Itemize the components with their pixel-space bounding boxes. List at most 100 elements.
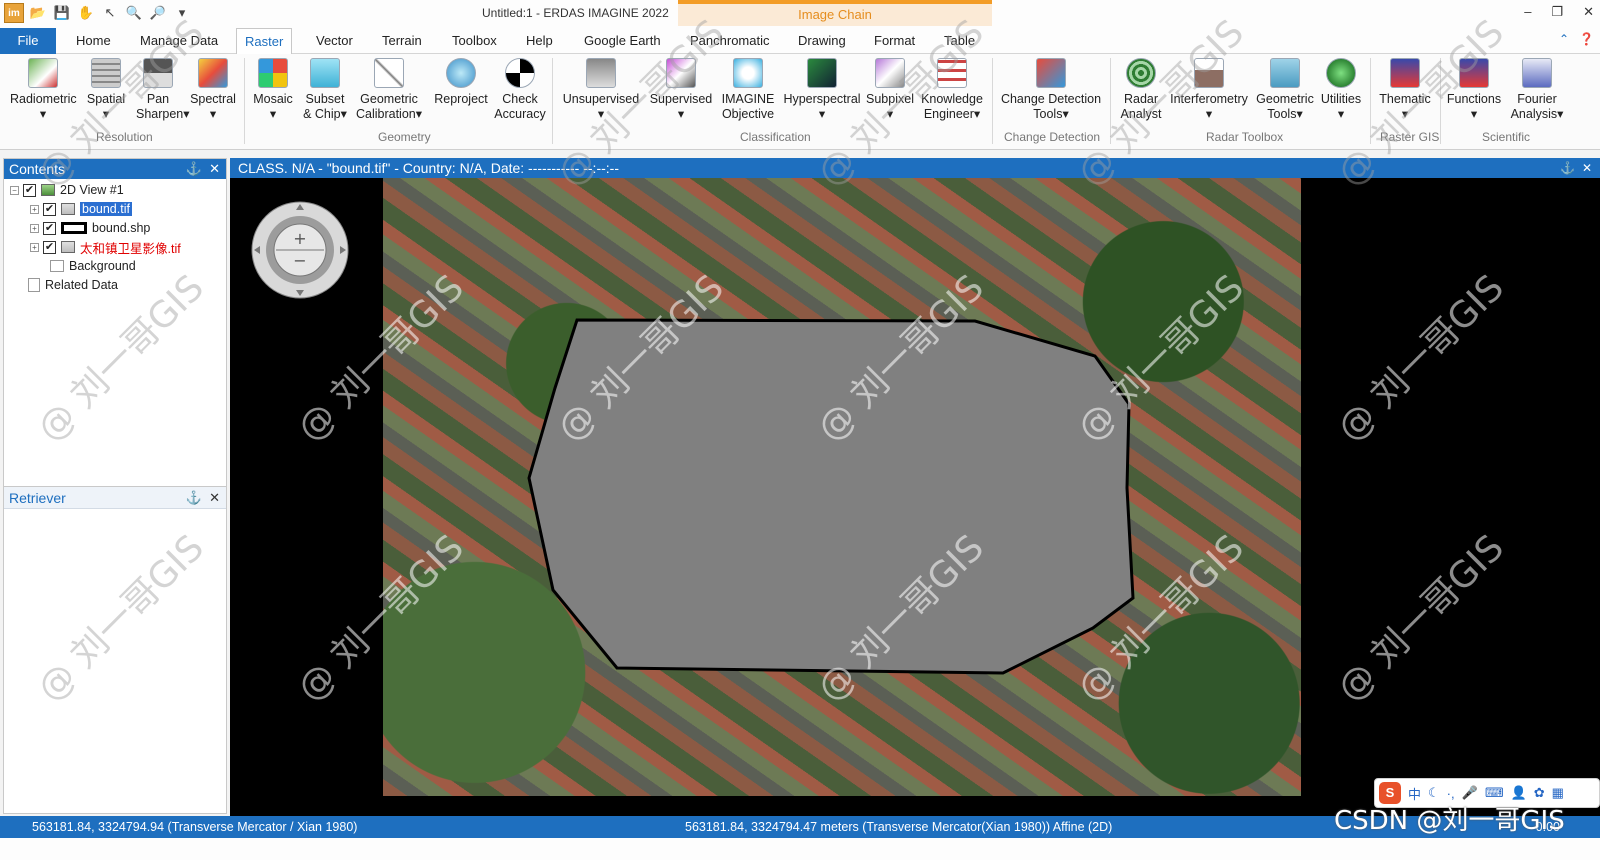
radiometric-button[interactable]: Radiometric ▾ xyxy=(10,58,77,122)
layer-checkbox[interactable]: ✔ xyxy=(43,221,56,235)
pan-icon[interactable]: ✋ xyxy=(76,3,96,23)
related-data-label: Related Data xyxy=(45,278,118,292)
save-icon[interactable]: 💾 xyxy=(52,3,72,23)
retriever-panel: Retriever ⚓ ✕ xyxy=(3,486,227,814)
tab-file[interactable]: File xyxy=(0,28,56,54)
geometric-tools-label: Geometric xyxy=(1256,92,1314,106)
pan-sharpen-icon xyxy=(143,58,173,88)
imagine-objective-button[interactable]: IMAGINE Objective xyxy=(718,58,778,122)
calibration-icon xyxy=(374,58,404,88)
navigation-wheel[interactable]: + − xyxy=(250,200,350,300)
pan-sharpen-button[interactable]: Pan Sharpen▾ xyxy=(136,58,190,122)
supervised-button[interactable]: Supervised ▾ xyxy=(648,58,714,122)
boundary-polygon[interactable] xyxy=(383,178,1301,796)
keyboard-icon[interactable]: ⌨ xyxy=(1485,785,1504,801)
window-title: Untitled:1 - ERDAS IMAGINE 2022 xyxy=(482,6,669,20)
help-icon[interactable]: ❓ xyxy=(1579,32,1594,46)
functions-button[interactable]: Functions ▾ xyxy=(1444,58,1504,122)
unsupervised-sub: ▾ xyxy=(597,107,605,121)
zoom-out-icon[interactable]: 🔎 xyxy=(148,3,168,23)
spatial-button[interactable]: Spatial ▾ xyxy=(84,58,128,122)
related-data-row[interactable]: Related Data xyxy=(28,276,118,294)
select-pointer-icon[interactable]: ↖ xyxy=(100,3,120,23)
thematic-button[interactable]: Thematic ▾ xyxy=(1376,58,1434,122)
subset-chip-button[interactable]: Subset & Chip▾ xyxy=(302,58,348,122)
layer-row-bound-tif[interactable]: + ✔ bound.tif xyxy=(30,200,132,218)
image-chain-context-tab[interactable]: Image Chain xyxy=(678,0,992,26)
layer-row-bound-shp[interactable]: + ✔ bound.shp xyxy=(30,219,150,237)
collapse-ribbon-icon[interactable]: ⌃ xyxy=(1559,32,1569,46)
tab-home[interactable]: Home xyxy=(68,28,119,54)
change-detection-tools-button[interactable]: Change Detection Tools▾ xyxy=(998,58,1104,122)
close-icon[interactable]: ✕ xyxy=(1582,161,1592,175)
geometric-calibration-label: Geometric xyxy=(360,92,418,106)
background-label: Background xyxy=(69,259,136,273)
background-icon xyxy=(50,260,64,272)
pin-icon[interactable]: ⚓ xyxy=(186,490,202,505)
user-icon[interactable]: 👤 xyxy=(1511,785,1527,801)
pin-icon[interactable]: ⚓ xyxy=(1560,161,1575,175)
minimize-button[interactable]: – xyxy=(1524,4,1531,20)
app-icon[interactable]: im xyxy=(4,3,24,23)
moon-icon[interactable]: ☾ xyxy=(1428,785,1440,801)
tab-drawing[interactable]: Drawing xyxy=(790,28,854,54)
microphone-icon[interactable]: 🎤 xyxy=(1462,785,1478,801)
open-folder-icon[interactable]: 📂 xyxy=(28,3,48,23)
reproject-button[interactable]: Reproject xyxy=(432,58,490,107)
layer-checkbox[interactable]: ✔ xyxy=(43,202,56,216)
zoom-in-icon[interactable]: 🔍 xyxy=(124,3,144,23)
tab-format[interactable]: Format xyxy=(866,28,923,54)
hyperspectral-label: Hyperspectral xyxy=(783,92,861,106)
expand-icon[interactable]: + xyxy=(30,204,39,214)
spatial-label: Spatial xyxy=(86,92,126,106)
tab-raster[interactable]: Raster xyxy=(236,28,293,55)
pin-icon[interactable]: ⚓ xyxy=(186,161,202,176)
tab-panchromatic[interactable]: Panchromatic xyxy=(682,28,777,54)
spectral-button[interactable]: Spectral ▾ xyxy=(188,58,238,122)
subpixel-button[interactable]: Subpixel ▾ xyxy=(864,58,916,122)
unsupervised-button[interactable]: Unsupervised ▾ xyxy=(560,58,642,122)
maximize-button[interactable]: ❐ xyxy=(1551,4,1563,20)
functions-sub: ▾ xyxy=(1470,107,1478,121)
expand-icon[interactable]: + xyxy=(30,223,39,233)
tab-vector[interactable]: Vector xyxy=(308,28,361,54)
mosaic-button[interactable]: Mosaic ▾ xyxy=(250,58,296,122)
interferometry-button[interactable]: Interferometry ▾ xyxy=(1166,58,1252,122)
customize-qat-icon[interactable]: ▾ xyxy=(172,3,192,23)
layer-checkbox[interactable]: ✔ xyxy=(43,240,56,254)
tab-manage-data[interactable]: Manage Data xyxy=(132,28,226,54)
check-accuracy-label: Check xyxy=(502,92,538,106)
geometric-tools-button[interactable]: Geometric Tools▾ xyxy=(1254,58,1316,122)
punctuation-icon[interactable]: ·, xyxy=(1447,786,1455,801)
tab-help[interactable]: Help xyxy=(518,28,561,54)
satellite-image[interactable] xyxy=(383,178,1301,796)
hyperspectral-button[interactable]: Hyperspectral ▾ xyxy=(780,58,864,122)
tab-terrain[interactable]: Terrain xyxy=(374,28,430,54)
tab-toolbox[interactable]: Toolbox xyxy=(444,28,505,54)
tab-google-earth[interactable]: Google Earth xyxy=(576,28,669,54)
close-icon[interactable]: ✕ xyxy=(209,490,220,505)
layer-row-satellite-tif[interactable]: + ✔ 太和镇卫星影像.tif xyxy=(30,238,181,256)
radar-analyst-button[interactable]: Radar Analyst xyxy=(1116,58,1166,122)
close-button[interactable]: ✕ xyxy=(1583,4,1594,20)
utilities-sub: ▾ xyxy=(1337,107,1345,121)
document-icon xyxy=(28,278,40,292)
expand-icon[interactable]: + xyxy=(30,242,39,252)
geometric-calibration-button[interactable]: Geometric Calibration▾ xyxy=(354,58,424,122)
view-checkbox[interactable]: ✔ xyxy=(23,183,36,197)
2d-viewer[interactable]: CLASS. N/A - "bound.tif" - Country: N/A,… xyxy=(230,158,1600,816)
check-accuracy-button[interactable]: Check Accuracy xyxy=(494,58,546,122)
tab-table[interactable]: Table xyxy=(936,28,983,54)
fourier-analysis-button[interactable]: Fourier Analysis▾ xyxy=(1506,58,1568,122)
background-row[interactable]: Background xyxy=(50,257,136,275)
tree-view-node[interactable]: − ✔ 2D View #1 xyxy=(10,181,124,199)
imagine-objective-label: IMAGINE xyxy=(721,92,775,106)
collapse-icon[interactable]: − xyxy=(10,185,19,195)
skin-icon[interactable]: ✿ xyxy=(1534,785,1545,801)
grid-menu-icon[interactable]: ▦ xyxy=(1552,785,1564,801)
utilities-button[interactable]: Utilities ▾ xyxy=(1318,58,1364,122)
close-icon[interactable]: ✕ xyxy=(209,161,220,176)
target-icon xyxy=(505,58,535,88)
knowledge-engineer-button[interactable]: Knowledge Engineer▾ xyxy=(918,58,986,122)
radiometric-label: Radiometric xyxy=(10,92,77,106)
